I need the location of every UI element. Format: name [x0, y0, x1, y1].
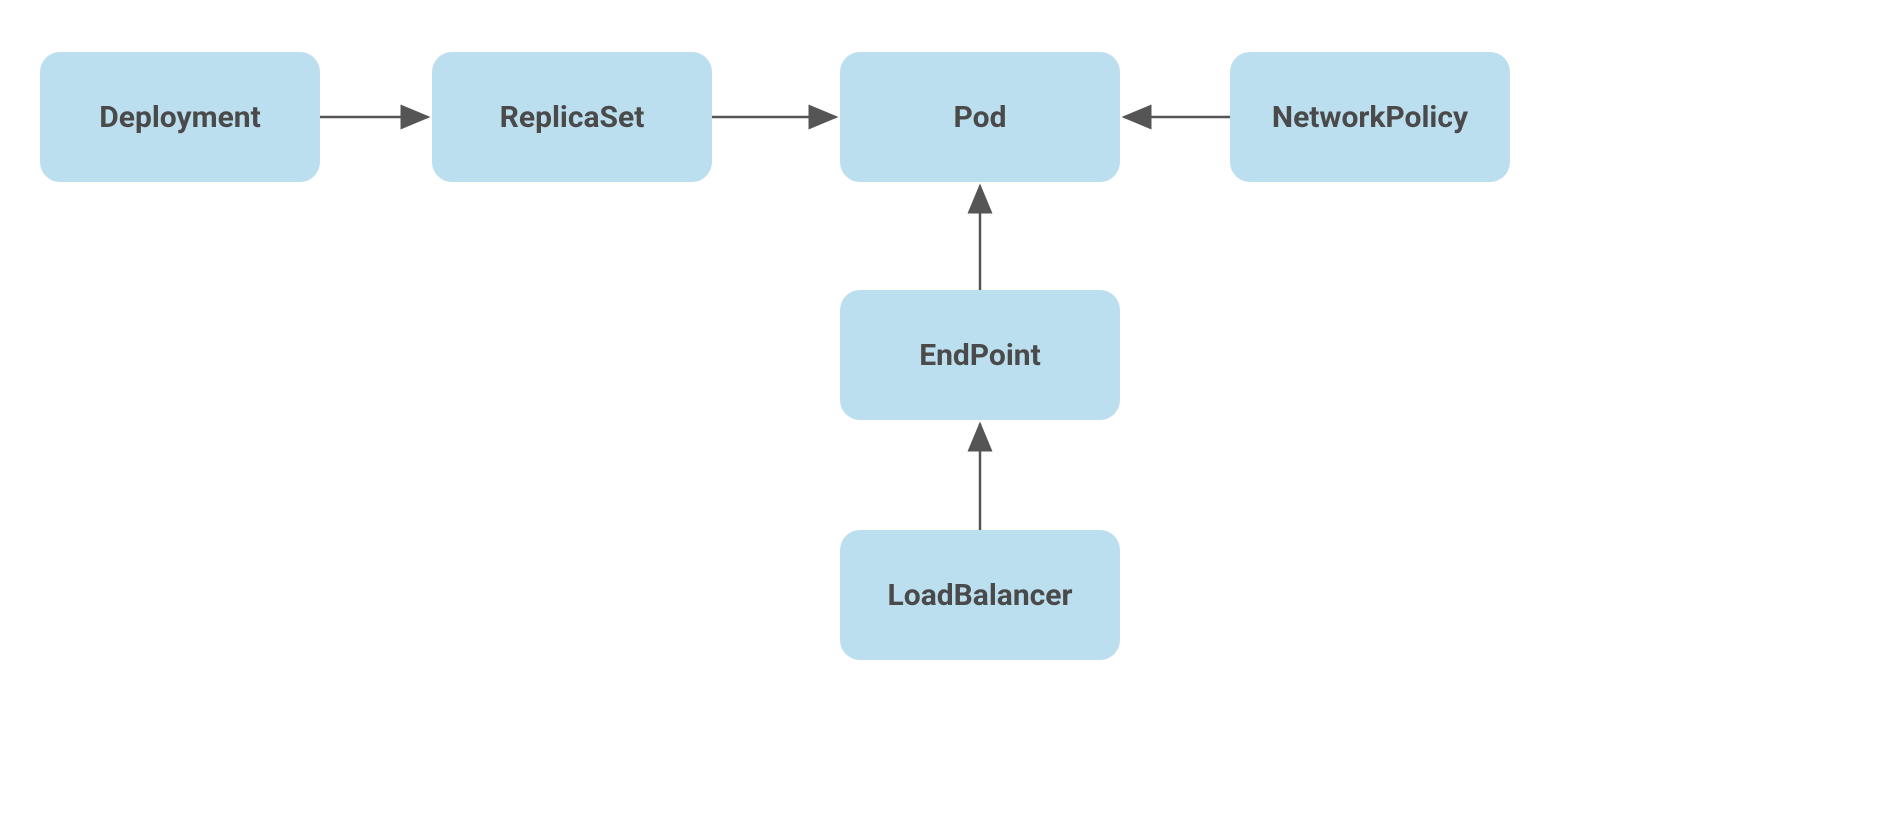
node-deployment: Deployment: [40, 52, 320, 182]
node-label: NetworkPolicy: [1272, 100, 1468, 135]
node-label: EndPoint: [919, 338, 1041, 373]
node-label: Pod: [954, 100, 1007, 135]
node-networkpolicy: NetworkPolicy: [1230, 52, 1510, 182]
node-endpoint: EndPoint: [840, 290, 1120, 420]
node-replicaset: ReplicaSet: [432, 52, 712, 182]
node-loadbalancer: LoadBalancer: [840, 530, 1120, 660]
node-label: Deployment: [99, 100, 260, 135]
node-label: ReplicaSet: [500, 100, 645, 135]
node-pod: Pod: [840, 52, 1120, 182]
node-label: LoadBalancer: [888, 578, 1073, 613]
